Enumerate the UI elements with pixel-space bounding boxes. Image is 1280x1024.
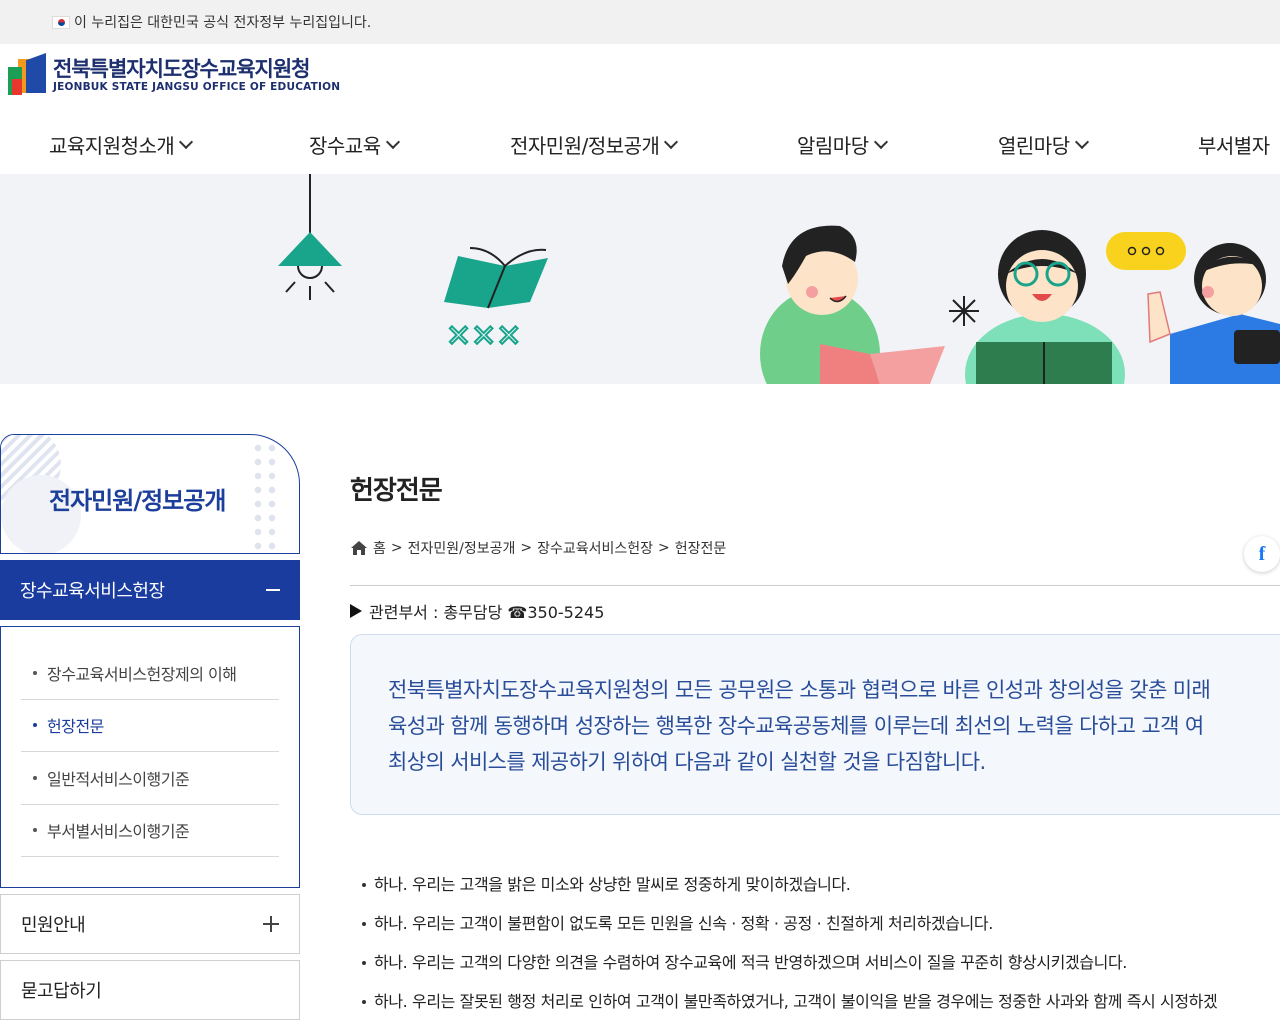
submenu-item-department-standards[interactable]: 부서별서비스이행기준 (21, 805, 279, 857)
charter-line: 최상의 서비스를 제공하기 위하여 다음과 같이 실천할 것을 다짐합니다. (388, 750, 986, 774)
submenu-item-charter-text[interactable]: 헌장전문 (21, 700, 279, 752)
gov-banner-text: 이 누리집은 대한민국 공식 전자정부 누리집입니다. (74, 15, 372, 31)
side-nav: 전자민원/정보공개 장수교육서비스헌장 장수교육서비스헌장제의 이해 헌장전문 … (0, 434, 300, 1020)
chevron-down-icon (385, 134, 400, 149)
chevron-down-icon (664, 134, 679, 149)
svg-text:✕✕✕: ✕✕✕ (446, 319, 521, 354)
pledge-item: 하나. 우리는 고객이 불편함이 없도록 모든 민원을 신속 · 정확 · 공정… (362, 904, 1217, 943)
chevron-down-icon (179, 134, 194, 149)
facebook-icon: f (1258, 542, 1266, 565)
page-title: 헌장전문 (350, 476, 443, 506)
triangle-right-icon (350, 604, 362, 618)
breadcrumb-civil-info[interactable]: 전자민원/정보공개 (408, 538, 516, 558)
side-nav-title: 전자민원/정보공개 (49, 487, 226, 515)
site-logo[interactable]: 전북특별자치도장수교육지원청 JEONBUK STATE JANGSU OFFI… (8, 52, 340, 98)
side-nav-item-civil-guide[interactable]: 민원안내 (0, 894, 300, 954)
breadcrumb: 홈 > 전자민원/정보공개 > 장수교육서비스헌장 > 헌장전문 (350, 538, 726, 558)
breadcrumb-current: 헌장전문 (674, 541, 727, 557)
plus-icon (263, 916, 279, 932)
title-divider (350, 585, 1280, 586)
submenu-item-general-standards[interactable]: 일반적서비스이행기준 (21, 752, 279, 805)
logo-name-ko: 전북특별자치도장수교육지원청 (53, 57, 310, 81)
breadcrumb-service-charter[interactable]: 장수교육서비스헌장 (537, 538, 653, 558)
hero-banner: ✕✕✕ (0, 174, 1280, 384)
korean-flag-icon (52, 15, 70, 29)
breadcrumb-home[interactable]: 홈 (373, 538, 386, 558)
gnb-item-civil-info[interactable]: 전자민원/정보공개 (510, 130, 679, 159)
home-icon[interactable] (350, 540, 368, 556)
facebook-share-button[interactable]: f (1244, 536, 1280, 572)
main-content: 헌장전문 홈 > 전자민원/정보공개 > 장수교육서비스헌장 > 헌장전문 f … (350, 470, 1280, 1011)
gnb-item-notice[interactable]: 알림마당 (797, 130, 888, 159)
hero-illustration: ✕✕✕ (278, 174, 1280, 384)
logo-mark-icon (8, 53, 48, 97)
charter-line: 전북특별자치도장수교육지원청의 모든 공무원은 소통과 협력으로 바른 인성과 … (388, 678, 1211, 702)
chevron-down-icon (873, 134, 888, 149)
department-info: 관련부서 : 총무담당 ☎350-5245 (350, 599, 604, 623)
side-nav-title-box: 전자민원/정보공개 (0, 434, 300, 554)
minus-icon (266, 589, 280, 591)
charter-line: 육성과 함께 동행하며 성장하는 행복한 장수교육공동체를 이루는데 최선의 노… (388, 714, 1204, 738)
pledge-item: 하나. 우리는 고객의 다양한 의견을 수렴하여 장수교육에 적극 반영하겠으며… (362, 943, 1217, 982)
gnb-item-jangsu-edu[interactable]: 장수교육 (309, 130, 400, 159)
logo-name-en: JEONBUK STATE JANGSU OFFICE OF EDUCATION (53, 81, 341, 93)
pledge-list: 하나. 우리는 고객을 밝은 미소와 상냥한 말씨로 정중하게 맞이하겠습니다.… (362, 865, 1218, 1021)
side-nav-item-service-charter[interactable]: 장수교육서비스헌장 (0, 560, 300, 620)
gnb-item-departments[interactable]: 부서별자 (1198, 130, 1270, 159)
charter-intro-box: 전북특별자치도장수교육지원청의 모든 공무원은 소통과 협력으로 바른 인성과 … (350, 634, 1280, 815)
pledge-item: 하나. 우리는 잘못된 행정 처리로 인하여 고객이 불만족하였거나, 고객이 … (362, 982, 1218, 1021)
pledge-item: 하나. 우리는 고객을 밝은 미소와 상냥한 말씨로 정중하게 맞이하겠습니다. (362, 865, 1217, 904)
gnb-item-about[interactable]: 교육지원청소개 (49, 130, 194, 159)
side-nav-submenu: 장수교육서비스헌장제의 이해 헌장전문 일반적서비스이행기준 부서별서비스이행기… (0, 626, 300, 888)
chevron-down-icon (1074, 134, 1089, 149)
side-nav-item-qna[interactable]: 묻고답하기 (0, 960, 300, 1020)
gnb-item-open[interactable]: 열린마당 (998, 130, 1089, 159)
global-nav: 교육지원청소개 장수교육 전자민원/정보공개 알림마당 열린마당 부서별자 (0, 118, 1280, 174)
gov-banner: 이 누리집은 대한민국 공식 전자정부 누리집입니다. (0, 0, 1280, 44)
submenu-item-understanding[interactable]: 장수교육서비스헌장제의 이해 (21, 647, 279, 700)
